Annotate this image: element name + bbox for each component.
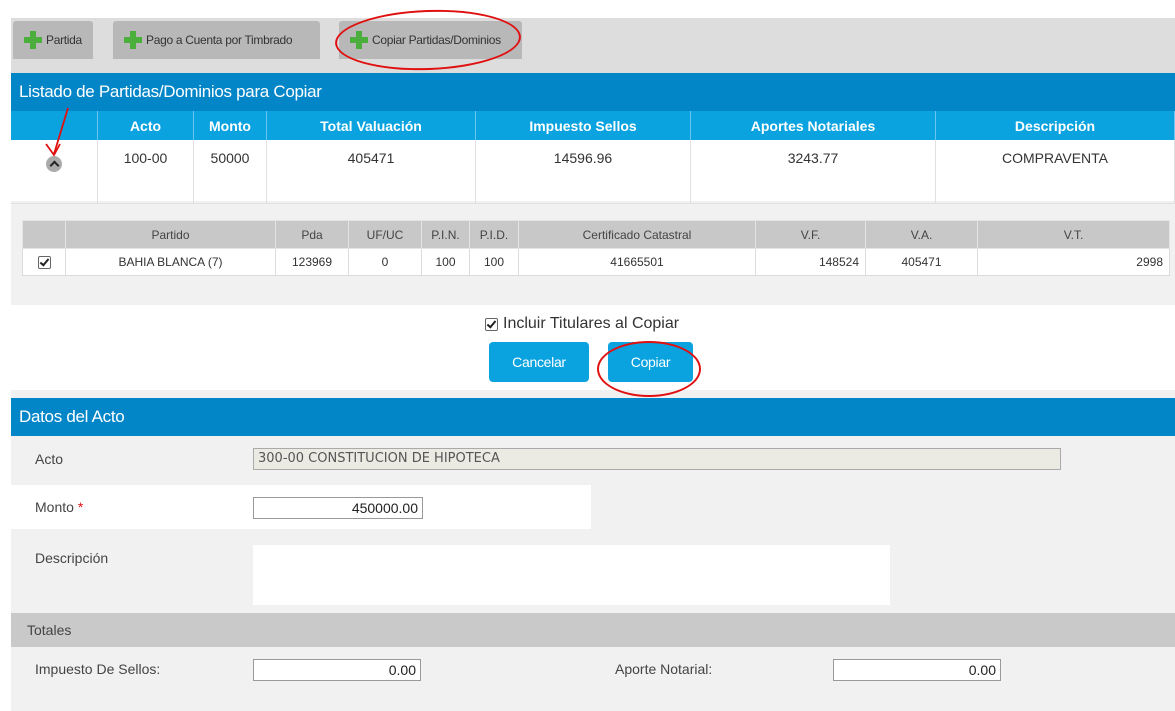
col-header: Partido	[65, 220, 276, 249]
acto-field[interactable]: 300-00 CONSTITUCION DE HIPOTECA	[253, 448, 1061, 470]
col-header: Pda	[275, 220, 349, 249]
required-mark: *	[77, 499, 84, 515]
page: Partida Pago a Cuenta por Timbrado Copia…	[0, 0, 1175, 711]
listado-table: Acto Monto Total Valuación Impuesto Sell…	[11, 111, 1175, 204]
cell-certificado: 41665501	[518, 248, 756, 276]
add-partida-button[interactable]: Partida	[13, 21, 93, 59]
col-header: Total Valuación	[266, 111, 476, 140]
col-header: Aportes Notariales	[690, 111, 936, 140]
sub-header-row: Partido Pda UF/UC P.I.N. P.I.D. Certific…	[22, 220, 1170, 249]
col-header: P.I.N.	[421, 220, 470, 249]
add-pago-cuenta-button[interactable]: Pago a Cuenta por Timbrado	[113, 21, 320, 59]
monto-label: Monto *	[35, 499, 84, 515]
cell-ufuc: 0	[348, 248, 422, 276]
content-area: Partida Pago a Cuenta por Timbrado Copia…	[11, 18, 1175, 711]
select-cell[interactable]	[22, 248, 66, 276]
cell-descripcion: COMPRAVENTA	[935, 140, 1175, 204]
col-header: V.F.	[755, 220, 866, 249]
annotation-arrow-icon	[45, 107, 69, 157]
listado-title: Listado de Partidas/Dominios para Copiar	[11, 73, 1175, 111]
cell-total: 405471	[266, 140, 476, 204]
monto-input[interactable]: 450000.00	[253, 497, 423, 519]
cell-vf: 148524	[755, 248, 866, 276]
descripcion-textarea[interactable]	[253, 545, 890, 605]
plus-icon	[123, 30, 143, 50]
cell-partido: BAHIA BLANCA (7)	[65, 248, 276, 276]
col-header: V.T.	[977, 220, 1170, 249]
col-header: Descripción	[935, 111, 1175, 140]
listado-table-panel: Acto Monto Total Valuación Impuesto Sell…	[11, 111, 1175, 204]
cell-va: 405471	[865, 248, 978, 276]
partidas-table: Partido Pda UF/UC P.I.N. P.I.D. Certific…	[22, 220, 1170, 276]
totales-header: Totales	[11, 613, 1175, 647]
cell-pin: 100	[421, 248, 470, 276]
col-header: Acto	[97, 111, 194, 140]
cell-monto: 50000	[193, 140, 267, 204]
plus-icon	[23, 30, 43, 50]
col-header: Certificado Catastral	[518, 220, 756, 249]
col-header: P.I.D.	[469, 220, 519, 249]
annotation-circle-copiar	[597, 341, 701, 397]
col-header: UF/UC	[348, 220, 422, 249]
impuesto-sellos-label: Impuesto De Sellos:	[35, 661, 161, 677]
aporte-notarial-input[interactable]: 0.00	[833, 659, 1001, 681]
impuesto-sellos-input[interactable]: 0.00	[253, 659, 421, 681]
cell-pda: 123969	[275, 248, 349, 276]
acto-label: Acto	[35, 451, 64, 467]
copy-actions-panel: Incluir Titulares al Copiar Cancelar Cop…	[11, 305, 1175, 390]
cancelar-button[interactable]: Cancelar	[489, 342, 589, 382]
aporte-notarial-label: Aporte Notarial:	[615, 661, 713, 677]
col-header: Impuesto Sellos	[475, 111, 691, 140]
col-header: Monto	[193, 111, 267, 140]
descripcion-label: Descripción	[35, 550, 109, 566]
cell-pid: 100	[469, 248, 519, 276]
col-header	[22, 220, 66, 249]
datos-acto-title: Datos del Acto	[11, 398, 1175, 436]
incluir-titulares-checkbox[interactable]	[485, 317, 498, 331]
cell-vt: 2998	[977, 248, 1170, 276]
table-row[interactable]: BAHIA BLANCA (7) 123969 0 100 100 416655…	[22, 248, 1170, 276]
cell-aportes: 3243.77	[690, 140, 936, 204]
monto-row: Monto * 450000.00	[11, 485, 591, 529]
cell-acto: 100-00	[97, 140, 194, 204]
table-header-row: Acto Monto Total Valuación Impuesto Sell…	[11, 111, 1175, 140]
row-checkbox[interactable]	[37, 256, 51, 270]
toolbar: Partida Pago a Cuenta por Timbrado Copia…	[11, 18, 1175, 73]
table-row[interactable]: 100-00 50000 405471 14596.96 3243.77 COM…	[11, 140, 1175, 204]
cell-sellos: 14596.96	[475, 140, 691, 204]
col-header: V.A.	[865, 220, 978, 249]
incluir-titulares-option[interactable]: Incluir Titulares al Copiar	[485, 315, 679, 333]
